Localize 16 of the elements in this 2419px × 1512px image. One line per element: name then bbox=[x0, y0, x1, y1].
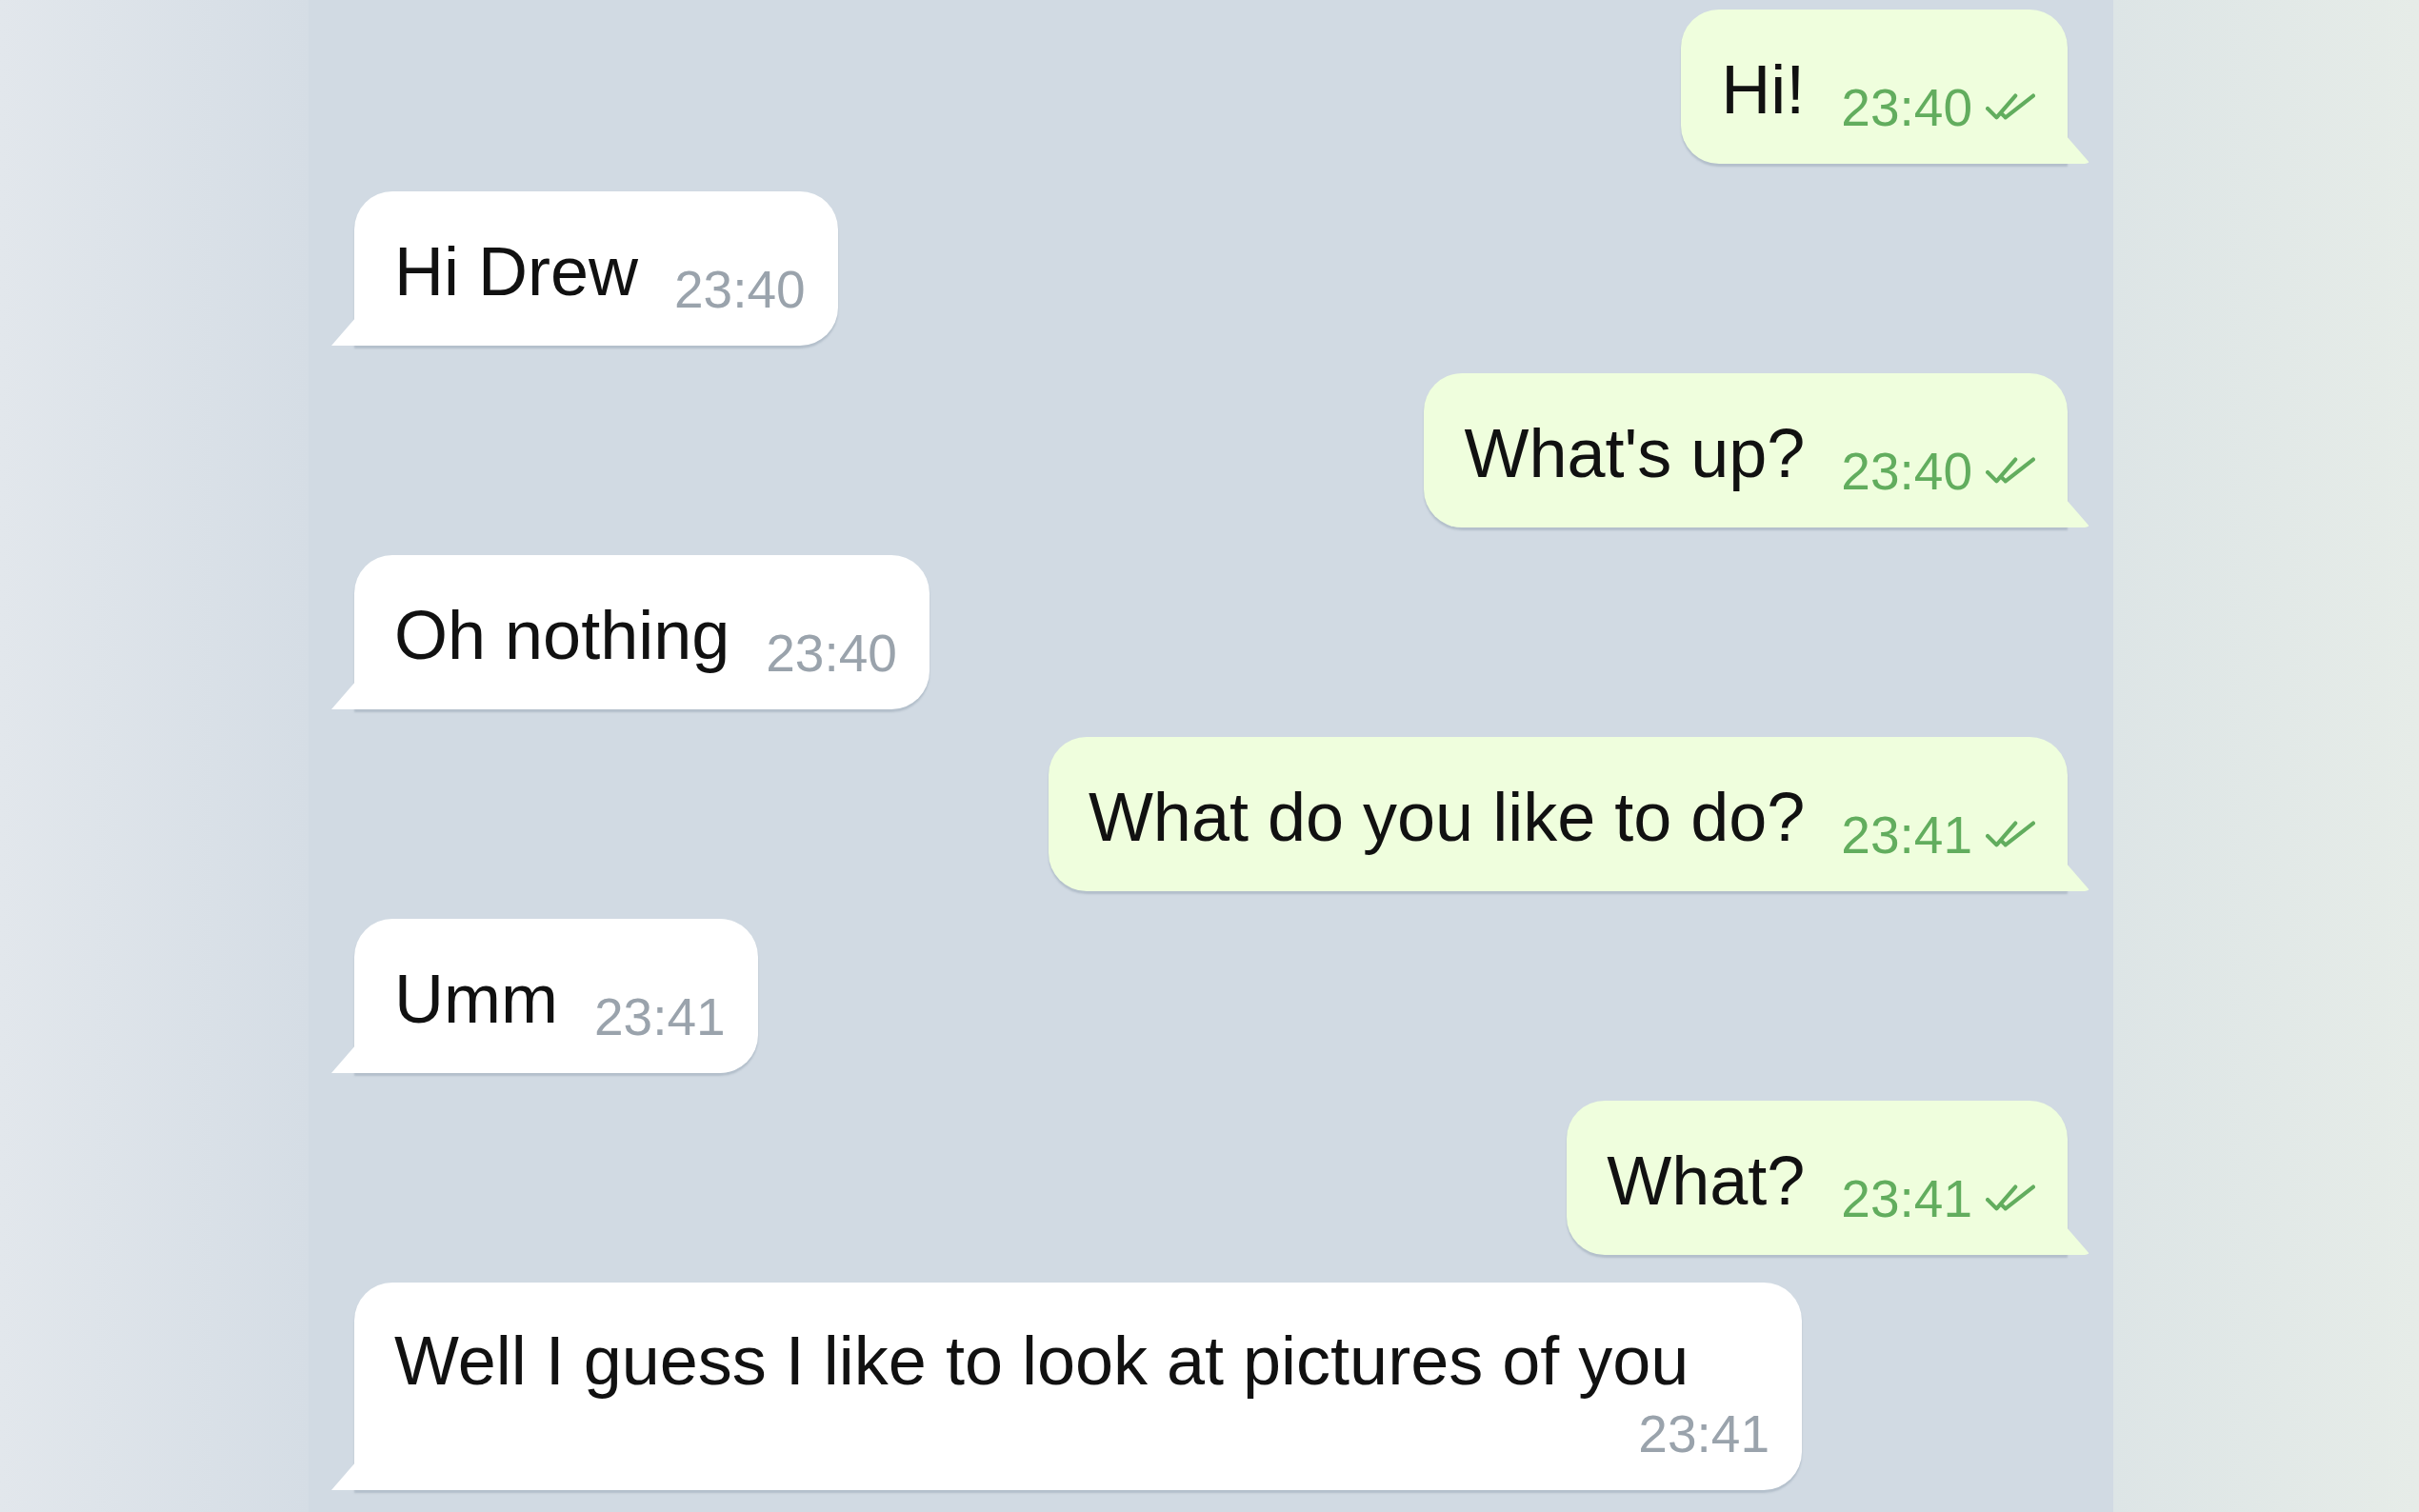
message-text: What's up? bbox=[1464, 414, 1806, 493]
message-time: 23:41 bbox=[1841, 806, 1972, 865]
message-text: Umm bbox=[394, 960, 558, 1039]
message-time: 23:40 bbox=[1841, 442, 1972, 501]
message-text: Oh nothing bbox=[394, 596, 730, 675]
message-text: Well I guess I like to look at pictures of you bbox=[394, 1322, 1689, 1401]
message-text: What do you like to do? bbox=[1088, 778, 1806, 857]
message-time: 23:40 bbox=[766, 624, 897, 683]
message-time: 23:40 bbox=[1841, 78, 1972, 137]
message-time: 23:40 bbox=[674, 260, 806, 319]
message-time: 23:41 bbox=[1841, 1169, 1972, 1228]
message-text: What? bbox=[1607, 1142, 1806, 1221]
message-time: 23:41 bbox=[1638, 1404, 1769, 1463]
message-text: Hi Drew bbox=[394, 232, 638, 311]
message-time: 23:41 bbox=[593, 987, 726, 1046]
message-text: Hi! bbox=[1721, 50, 1806, 129]
